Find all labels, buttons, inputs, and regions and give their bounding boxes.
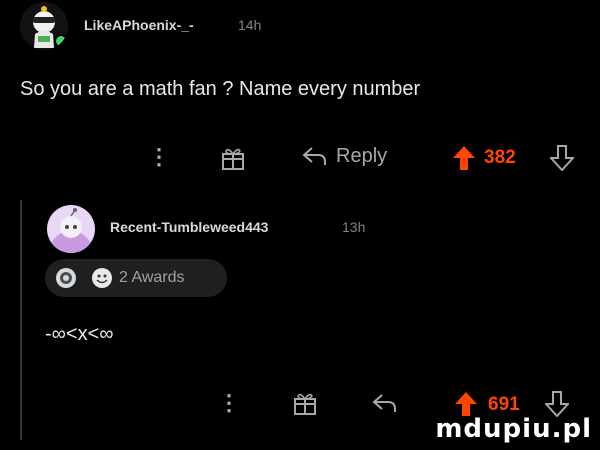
watermark: mdupiu.pl [435, 414, 592, 444]
award-button[interactable] [292, 390, 318, 416]
more-options-icon: ⋮ [218, 390, 240, 415]
silver-award-icon [56, 268, 76, 288]
reply-button[interactable]: Reply [300, 144, 387, 168]
online-indicator [54, 34, 68, 48]
awards-pill[interactable]: 2 Awards [45, 259, 227, 297]
thread-line[interactable] [20, 200, 22, 440]
comment-body: -∞<x<∞ [45, 323, 114, 345]
reply-label: Reply [336, 144, 388, 167]
comment-time: 13h [342, 219, 366, 235]
more-options-button[interactable]: ⋮ [148, 146, 170, 168]
gift-icon [294, 393, 316, 415]
comment-time: 14h [238, 17, 262, 33]
more-options-button[interactable]: ⋮ [218, 392, 240, 414]
comment-username[interactable]: Recent-Tumbleweed443 [110, 219, 268, 235]
reply-arrow-icon [372, 394, 396, 412]
downvote-arrow-icon [550, 145, 574, 171]
upvote-button[interactable] [452, 145, 476, 171]
vote-score: 382 [484, 147, 516, 168]
avatar[interactable] [20, 2, 68, 50]
vote-score: 691 [488, 394, 520, 415]
comment-username[interactable]: LikeAPhoenix-_- [84, 17, 194, 33]
avatar-snoo-icon [49, 208, 93, 253]
wholesome-award-icon [92, 268, 112, 288]
reply-arrow-icon [302, 147, 326, 165]
reply-button[interactable] [370, 391, 398, 415]
avatar[interactable] [47, 205, 95, 253]
award-button[interactable] [220, 145, 246, 171]
upvote-arrow-icon [453, 146, 475, 170]
downvote-button[interactable] [550, 145, 574, 171]
comment-body: So you are a math fan ? Name every numbe… [20, 78, 421, 100]
awards-label: 2 Awards [119, 269, 185, 286]
more-options-icon: ⋮ [148, 144, 170, 169]
gift-icon [222, 148, 244, 170]
